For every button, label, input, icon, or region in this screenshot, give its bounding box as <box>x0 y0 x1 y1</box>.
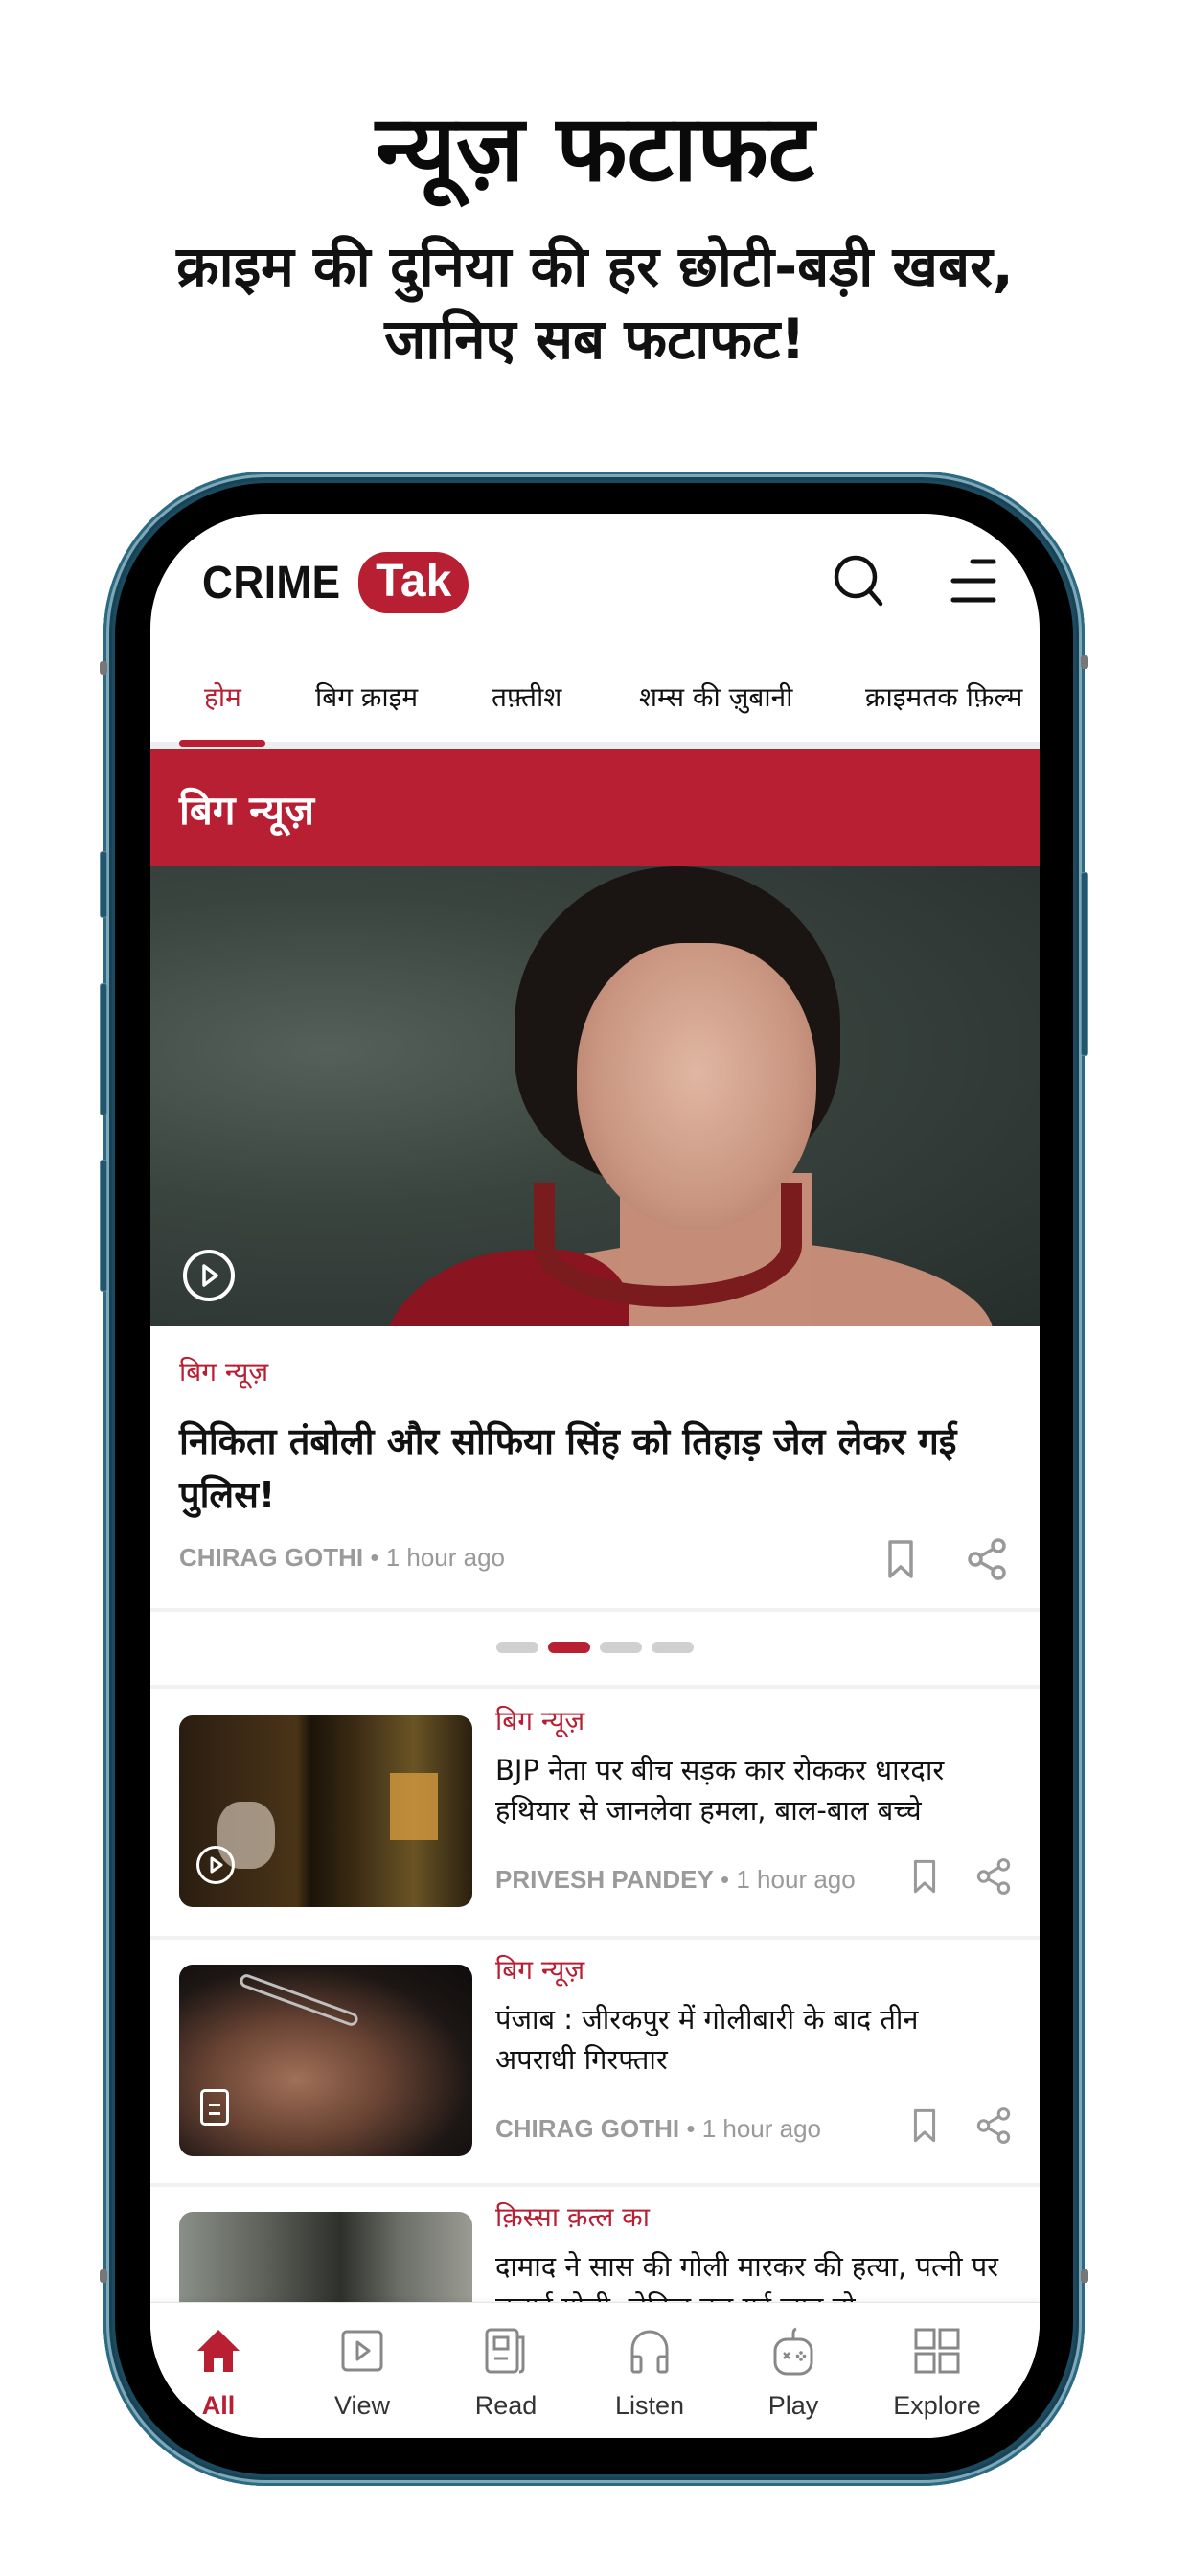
article-author[interactable]: PRIVESH PANDEY <box>495 1865 714 1894</box>
phone-volume-button <box>100 851 107 918</box>
phone-side-button <box>1081 2269 1088 2283</box>
byline-separator: • <box>686 2114 696 2143</box>
section-title: बिग न्यूज़ <box>179 787 315 834</box>
article-item[interactable]: बिग न्यूज़ पंजाब : जीरकपुर में गोलीबारी … <box>150 1938 1040 2187</box>
article-title[interactable]: BJP नेता पर बीच सड़क कार रोककर धारदार हथ… <box>495 1750 1003 1830</box>
tab-crimetak-film[interactable]: क्राइमतक फ़िल्म <box>865 678 1022 715</box>
hero-category: बिग न्यूज़ <box>179 1353 1013 1390</box>
article-title[interactable]: पंजाब : जीरकपुर में गोलीबारी के बाद तीन … <box>495 1999 1003 2080</box>
home-icon <box>197 2330 240 2372</box>
hero-image-content <box>534 1183 802 1307</box>
hero-category-label[interactable]: बिग न्यूज़ <box>179 1356 268 1388</box>
phone-volume-button <box>100 983 107 1116</box>
phone-side-button <box>1081 656 1088 669</box>
document-icon-line <box>209 2104 220 2106</box>
app-header: CRIME Tak <box>150 514 1040 648</box>
video-icon <box>341 2330 383 2372</box>
logo-tak-badge: Tak <box>358 552 469 613</box>
bookmark-icon[interactable] <box>905 2106 944 2145</box>
play-video-icon[interactable] <box>196 1846 235 1884</box>
carousel-indicator <box>150 1641 1040 1658</box>
app-screen: CRIME Tak होम बिग क्राइम तफ़्तीश शम्स की… <box>150 514 1040 2438</box>
tab-taftish[interactable]: तफ़्तीश <box>492 678 561 715</box>
nav-play[interactable]: Play <box>721 2303 865 2438</box>
article-thumbnail[interactable] <box>179 1965 472 2156</box>
nav-all[interactable]: All <box>150 2303 290 2438</box>
newspaper-icon <box>485 2328 525 2374</box>
article-byline: PRIVESH PANDEY • 1 hour ago <box>495 1865 856 1895</box>
promo-subtitle-line2: जानिए सब फटाफट! <box>384 307 806 372</box>
nav-play-label: Play <box>767 2391 819 2420</box>
phone-volume-button <box>100 1160 107 1292</box>
share-icon[interactable] <box>974 2106 1013 2145</box>
phone-side-button <box>100 661 107 675</box>
grid-icon <box>914 2328 960 2374</box>
promo-title: न्यूज़ फटाफट <box>375 95 815 202</box>
phone-side-button <box>100 2269 107 2283</box>
article-item[interactable]: बिग न्यूज़ BJP नेता पर बीच सड़क कार रोकक… <box>150 1689 1040 1938</box>
hero-image[interactable] <box>150 866 1040 1326</box>
divider <box>150 1608 1040 1612</box>
bookmark-icon[interactable] <box>905 1857 944 1896</box>
phone-power-button <box>1081 872 1088 1056</box>
headphones-icon <box>630 2330 669 2374</box>
carousel-dot-active[interactable] <box>548 1642 590 1653</box>
nav-view-label: View <box>333 2391 391 2420</box>
bookmark-icon[interactable] <box>879 1537 923 1581</box>
nav-listen-label: Listen <box>614 2391 685 2420</box>
nav-explore-label: Explore <box>893 2391 981 2420</box>
hero-headline[interactable]: निकिता तंबोली और सोफिया सिंह को तिहाड़ ज… <box>179 1414 965 1522</box>
article-category[interactable]: क़िस्सा क़त्ल का <box>495 2198 650 2235</box>
hero-byline: CHIRAG GOTHI • 1 hour ago <box>179 1543 505 1573</box>
share-icon[interactable] <box>974 1857 1013 1896</box>
play-video-icon[interactable] <box>183 1250 235 1301</box>
thumbnail-overlay <box>238 1972 360 2028</box>
carousel-dot[interactable] <box>600 1642 642 1653</box>
carousel-dot[interactable] <box>496 1642 538 1653</box>
tabs-divider <box>150 742 1040 749</box>
section-header: बिग न्यूज़ <box>150 749 1040 866</box>
article-time: 1 hour ago <box>701 2114 822 2143</box>
logo-crime-text: CRIME <box>202 557 341 609</box>
byline-separator: • <box>370 1543 379 1572</box>
nav-view[interactable]: View <box>290 2303 434 2438</box>
gamepad-icon <box>773 2327 813 2376</box>
share-icon[interactable] <box>965 1537 1009 1581</box>
hero-author[interactable]: CHIRAG GOTHI <box>179 1543 363 1572</box>
byline-separator: • <box>721 1865 730 1894</box>
article-category[interactable]: बिग न्यूज़ <box>495 1702 584 1738</box>
bottom-navigation: All View Read Listen Play Explore <box>150 2302 1040 2438</box>
nav-read[interactable]: Read <box>434 2303 578 2438</box>
hero-time: 1 hour ago <box>385 1543 506 1572</box>
article-thumbnail[interactable] <box>179 1715 472 1907</box>
thumbnail-overlay <box>390 1773 438 1840</box>
crimetak-logo[interactable]: CRIME Tak <box>202 552 469 613</box>
category-tabs: होम बिग क्राइम तफ़्तीश शम्स की ज़ुबानी क… <box>150 657 1040 744</box>
carousel-dot[interactable] <box>652 1642 694 1653</box>
promo-subtitle: क्राइम की दुनिया की हर छोटी-बड़ी खबर, जा… <box>0 230 1190 376</box>
menu-icon[interactable] <box>946 552 1003 610</box>
nav-listen[interactable]: Listen <box>578 2303 721 2438</box>
nav-read-label: Read <box>474 2391 538 2420</box>
tab-big-crime[interactable]: बिग क्राइम <box>315 678 418 715</box>
promo-subtitle-line1: क्राइम की दुनिया की हर छोटी-बड़ी खबर, <box>176 234 1014 299</box>
active-tab-indicator <box>179 740 265 747</box>
article-time: 1 hour ago <box>736 1865 856 1894</box>
article-byline: CHIRAG GOTHI • 1 hour ago <box>495 2114 821 2144</box>
article-category[interactable]: बिग न्यूज़ <box>495 1951 584 1988</box>
document-icon-line <box>209 2112 220 2115</box>
search-icon[interactable] <box>831 552 888 610</box>
tab-home[interactable]: होम <box>204 678 241 715</box>
nav-all-label: All <box>201 2391 236 2420</box>
tab-shams-ki-zubani[interactable]: शम्स की ज़ुबानी <box>639 678 792 715</box>
document-icon[interactable] <box>200 2089 229 2126</box>
article-author[interactable]: CHIRAG GOTHI <box>495 2114 679 2143</box>
nav-explore[interactable]: Explore <box>865 2303 1009 2438</box>
